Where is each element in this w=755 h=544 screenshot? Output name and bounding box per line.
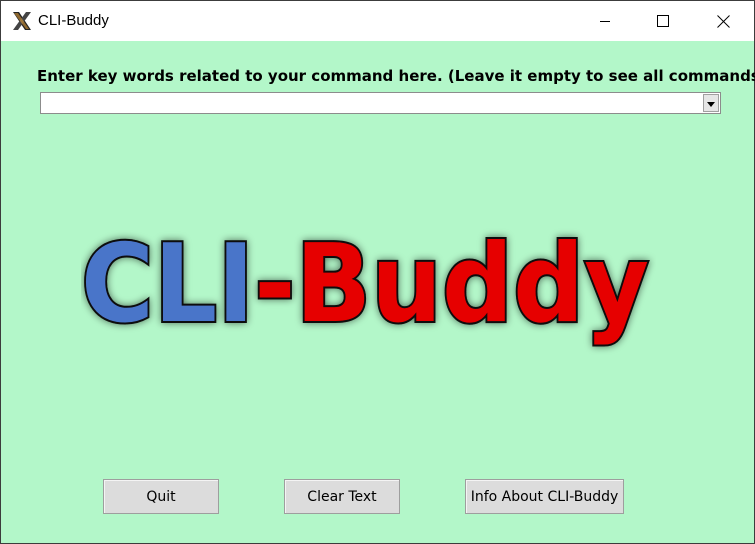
- dropdown-button[interactable]: [703, 94, 719, 112]
- window-title: CLI-Buddy: [38, 12, 109, 29]
- x-app-icon: [11, 10, 33, 32]
- maximize-button[interactable]: [634, 1, 692, 41]
- close-button[interactable]: [694, 1, 752, 41]
- app-window: CLI-Buddy Enter key words related to you…: [0, 0, 755, 544]
- cli-buddy-logo: CLI-Buddy: [81, 221, 651, 349]
- keyword-input[interactable]: [41, 93, 701, 113]
- clear-text-button[interactable]: Clear Text: [284, 479, 400, 514]
- svg-text:CLI-Buddy: CLI-Buddy: [81, 222, 649, 347]
- quit-button[interactable]: Quit: [103, 479, 219, 514]
- minimize-icon: [599, 15, 611, 27]
- maximize-icon: [657, 15, 669, 27]
- keyword-combobox[interactable]: [40, 92, 721, 114]
- minimize-button[interactable]: [576, 1, 634, 41]
- search-prompt-label: Enter key words related to your command …: [37, 67, 755, 85]
- info-button[interactable]: Info About CLI-Buddy: [465, 479, 624, 514]
- logo-text-cli: CLI: [81, 222, 254, 347]
- logo-text-buddy: -Buddy: [254, 222, 649, 347]
- close-icon: [716, 14, 730, 28]
- title-bar[interactable]: CLI-Buddy: [1, 1, 754, 41]
- dropdown-arrow-icon: [707, 94, 715, 112]
